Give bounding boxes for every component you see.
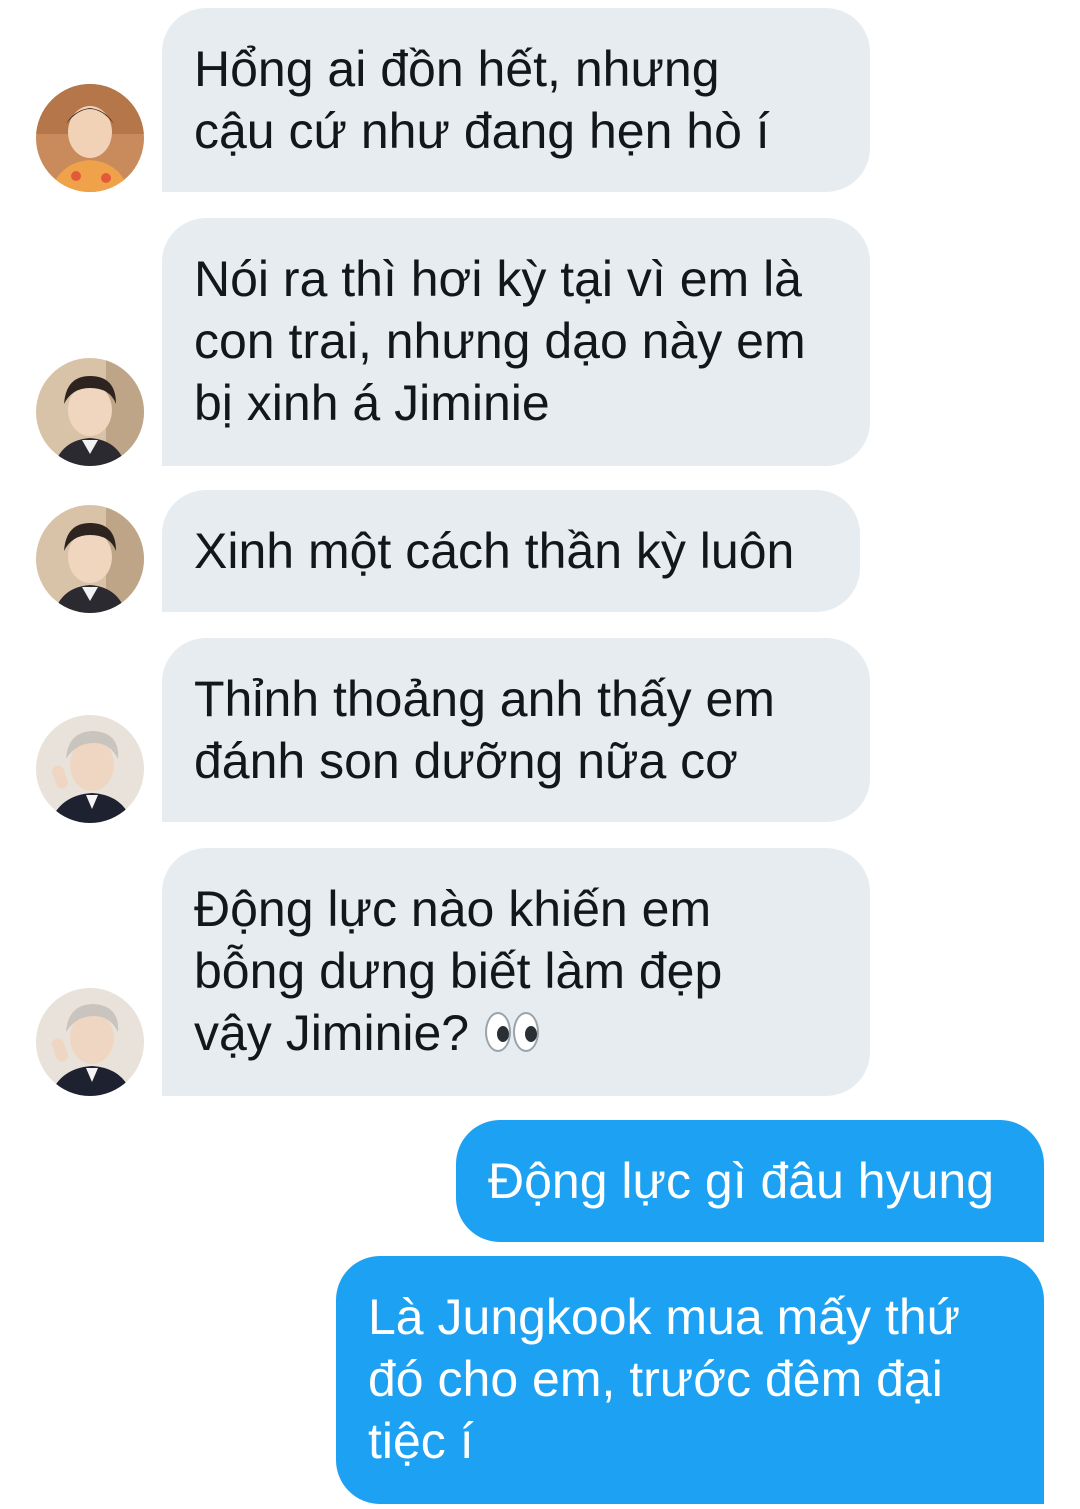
received-message-bubble[interactable]: Thỉnh thoảng anh thấy em đánh son dưỡng … <box>162 638 870 822</box>
message-text-line: Hổng ai đồn hết, nhưng <box>194 41 720 97</box>
avatar-photo <box>36 505 144 613</box>
message-text-line: vậy Jiminie? <box>194 1002 838 1064</box>
received-message-bubble[interactable]: Nói ra thì hơi kỳ tại vì em là con trai,… <box>162 218 870 466</box>
received-message-bubble[interactable]: Xinh một cách thần kỳ luôn <box>162 490 860 612</box>
message-text-line: Động lực gì đâu hyung <box>488 1153 995 1209</box>
message-text-line: cậu cứ như đang hẹn hò í <box>194 103 770 159</box>
sender-avatar[interactable] <box>36 358 144 466</box>
sender-avatar[interactable] <box>36 84 144 192</box>
sender-avatar[interactable] <box>36 505 144 613</box>
message-text-line: bỗng dưng biết làm đẹp <box>194 943 723 999</box>
avatar-photo <box>36 988 144 1096</box>
message-text-line: tiệc í <box>368 1413 474 1469</box>
sent-message-bubble[interactable]: Động lực gì đâu hyung <box>456 1120 1044 1242</box>
message-text-line: Thỉnh thoảng anh thấy em <box>194 671 775 727</box>
sent-message-bubble[interactable]: Là Jungkook mua mấy thứ đó cho em, trước… <box>336 1256 1044 1504</box>
avatar-photo <box>36 358 144 466</box>
eyes-emoji-icon <box>483 1010 543 1054</box>
avatar-photo <box>36 715 144 823</box>
sender-avatar[interactable] <box>36 715 144 823</box>
message-text-line: Là Jungkook mua mấy thứ <box>368 1289 961 1345</box>
message-text-line: Động lực nào khiến em <box>194 881 712 937</box>
message-text-line: bị xinh á Jiminie <box>194 375 550 431</box>
avatar-photo <box>36 84 144 192</box>
message-text-line: Xinh một cách thần kỳ luôn <box>194 523 795 579</box>
message-text-line: đó cho em, trước đêm đại <box>368 1351 943 1407</box>
received-message-bubble[interactable]: Hổng ai đồn hết, nhưng cậu cứ như đang h… <box>162 8 870 192</box>
message-text-line: Nói ra thì hơi kỳ tại vì em là <box>194 251 802 307</box>
message-text-line: con trai, nhưng dạo này em <box>194 313 806 369</box>
message-text: vậy Jiminie? <box>194 1005 470 1061</box>
sender-avatar[interactable] <box>36 988 144 1096</box>
received-message-bubble[interactable]: Động lực nào khiến em bỗng dưng biết làm… <box>162 848 870 1096</box>
message-text-line: đánh son dưỡng nữa cơ <box>194 733 738 789</box>
